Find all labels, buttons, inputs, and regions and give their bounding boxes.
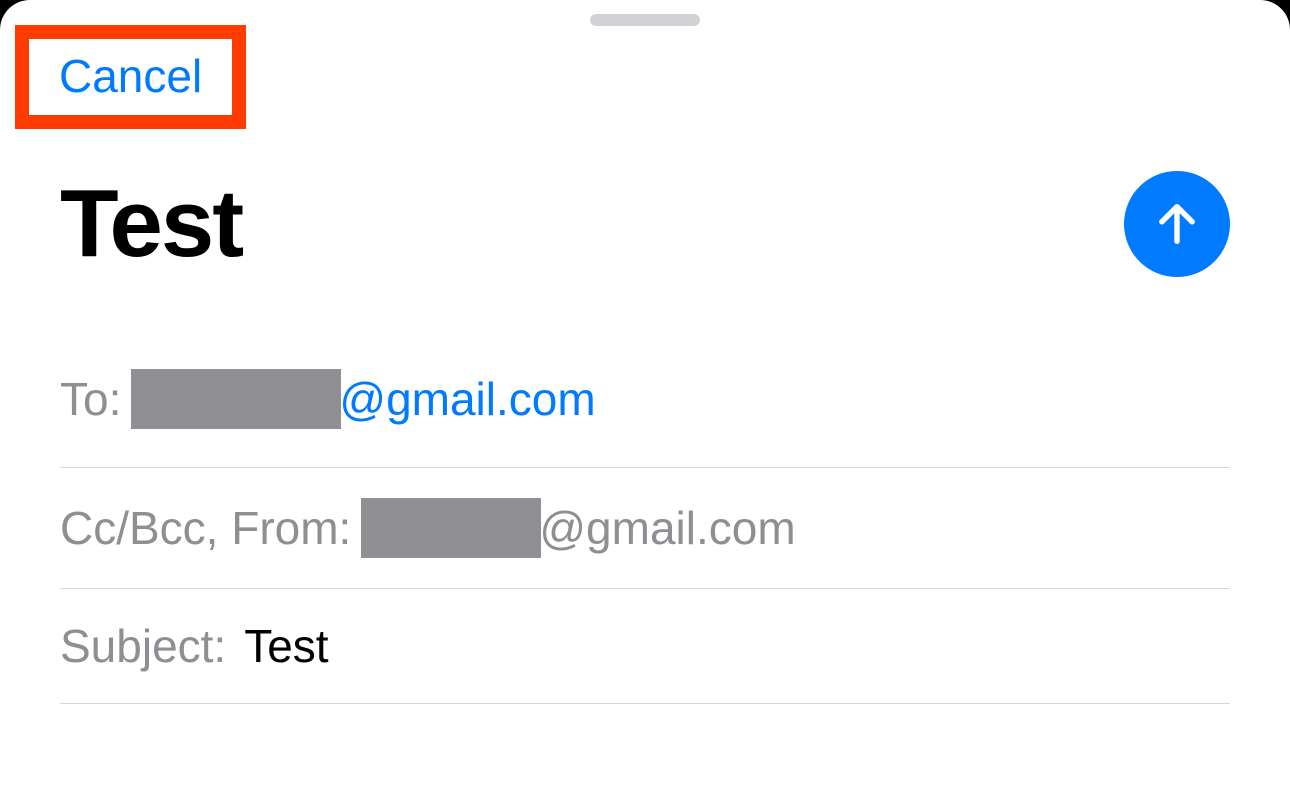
to-label: To:: [60, 372, 121, 426]
redacted-recipient-name: [131, 369, 341, 429]
ccbcc-from-field-row[interactable]: Cc/Bcc, From: @gmail.com: [60, 468, 1230, 589]
cancel-button[interactable]: Cancel: [59, 49, 202, 103]
send-button[interactable]: [1124, 171, 1230, 277]
subject-field-row[interactable]: Subject: Test: [60, 589, 1230, 704]
to-field-row[interactable]: To: @gmail.com: [60, 369, 1230, 468]
arrow-up-icon: [1151, 198, 1203, 250]
subject-label: Subject:: [60, 619, 226, 673]
to-domain: @gmail.com: [339, 372, 595, 426]
subject-value: Test: [244, 619, 328, 673]
compose-fields: To: @gmail.com Cc/Bcc, From: @gmail.com …: [0, 279, 1290, 704]
tutorial-highlight-box: Cancel: [15, 25, 246, 129]
redacted-sender-name: [361, 498, 541, 558]
compose-header: Cancel: [0, 0, 1290, 129]
compose-title: Test: [60, 169, 242, 279]
from-domain: @gmail.com: [539, 501, 795, 555]
ccbcc-from-label: Cc/Bcc, From:: [60, 501, 351, 555]
